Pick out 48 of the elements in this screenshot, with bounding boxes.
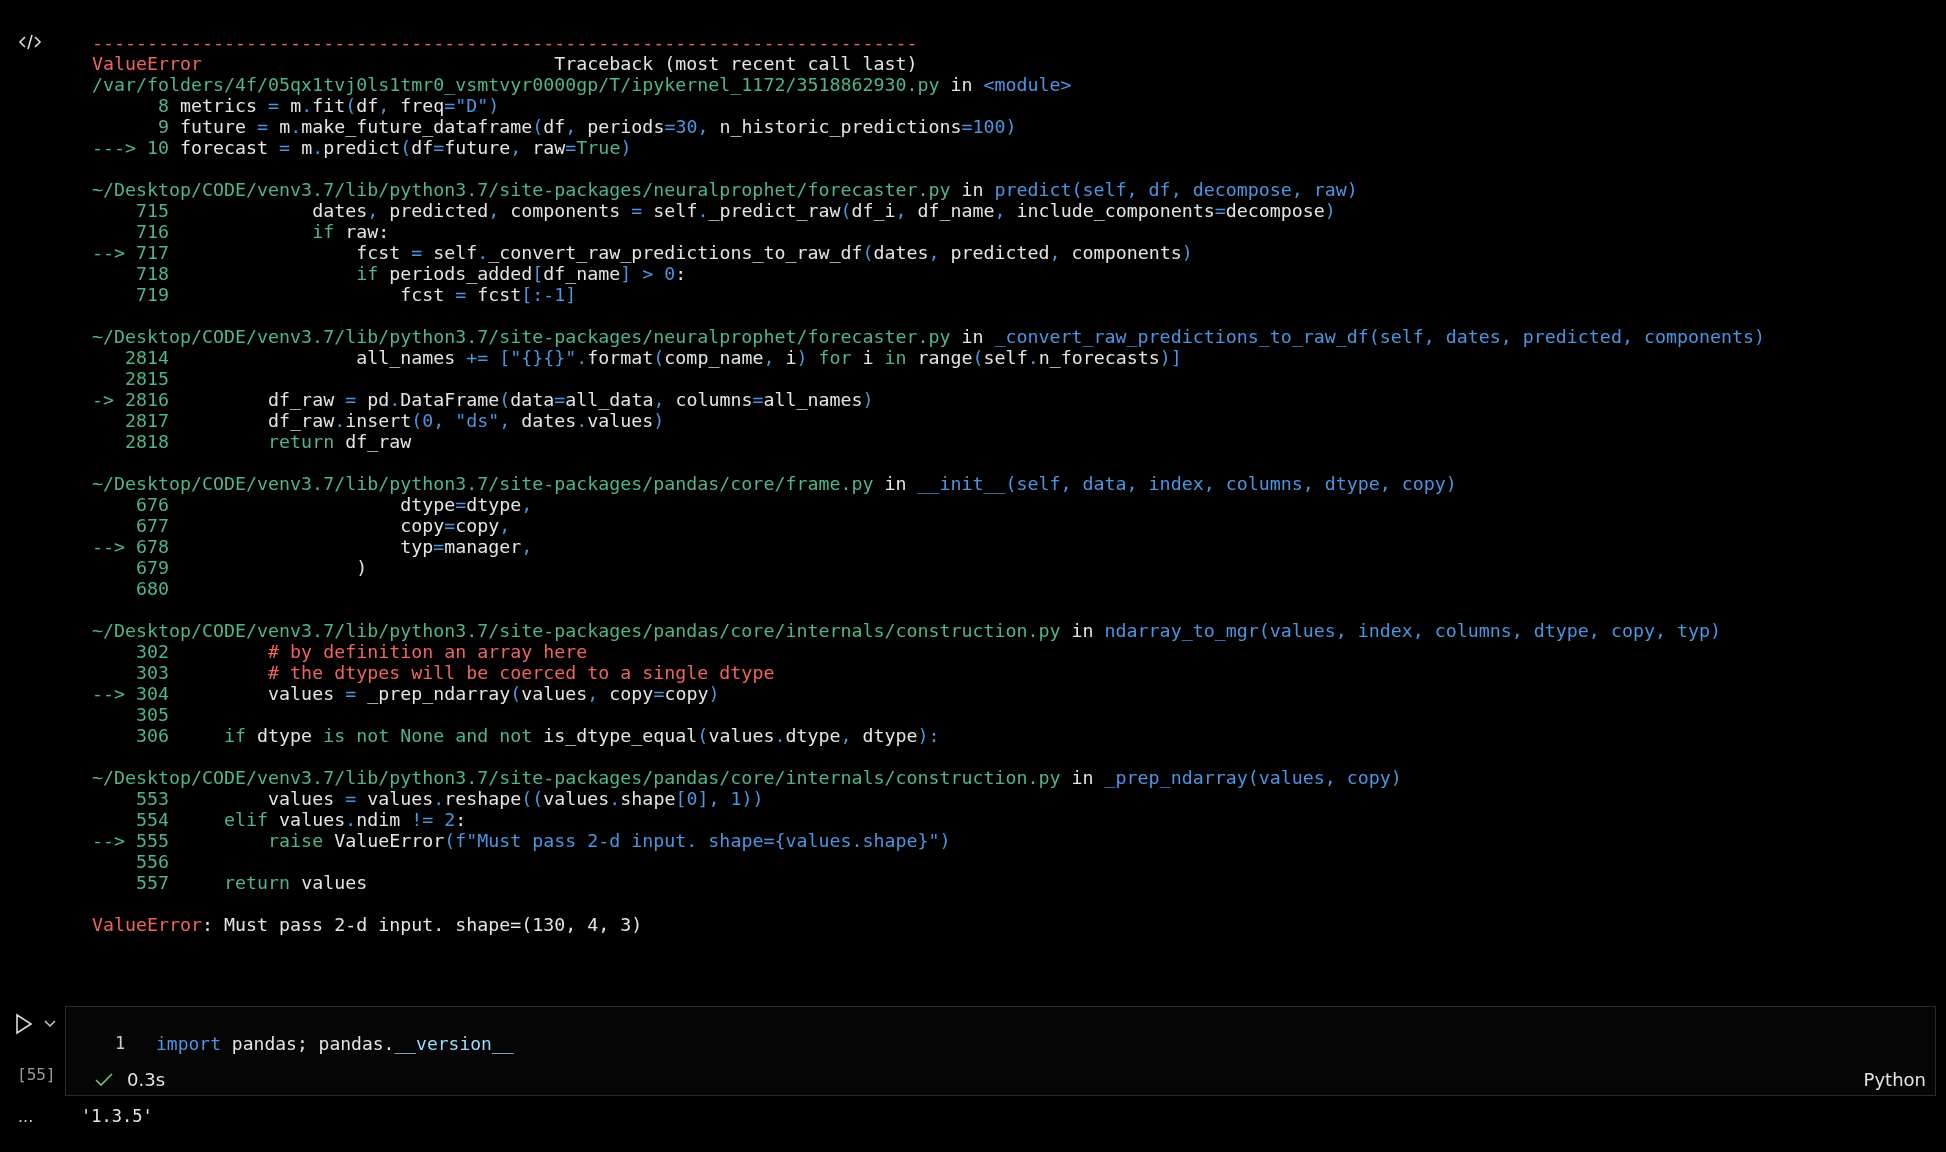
- code-cell[interactable]: 1 import pandas; pandas.__version__ 0.3s Python: [65, 1006, 1936, 1096]
- traceback-line: 2814 all_names += ["{}{}".format(comp_name, i) for i in range(self.n_forecasts)]: [124, 347, 1183, 368]
- traceback-line: -> 2816 df_raw = pd.DataFrame(data=all_data, columns=all_names): [92, 389, 875, 410]
- run-icon[interactable]: [15, 1013, 33, 1035]
- line-number: 1: [115, 1033, 127, 1053]
- traceback-line: 716 if raw:: [135, 221, 391, 242]
- traceback-line: --> 555 raise ValueError(f"Must pass 2-d input. shape={values.shape}"): [92, 830, 952, 851]
- traceback-line: 553 values = values.reshape((values.shape[0], 1)): [135, 788, 765, 809]
- traceback-line: ~/Desktop/CODE/venv3.7/lib/python3.7/site-packages/pandas/core/internals/construction.py in ndarray_to_mgr(values, index, columns, dtype, copy, typ): [92, 620, 1722, 641]
- execution-time: 0.3s: [127, 1069, 165, 1090]
- code-icon[interactable]: [18, 34, 42, 50]
- traceback-line: 677 copy=copy,: [135, 515, 512, 536]
- traceback-line: 305: [135, 704, 171, 725]
- traceback-line: 715 dates, predicted, components = self._predict_raw(df_i, df_name, include_components=decompose): [135, 200, 1337, 221]
- traceback-line: --> 304 values = _prep_ndarray(values, copy=copy): [92, 683, 721, 704]
- traceback-line: 302 # by definition an array here: [135, 641, 589, 662]
- chevron-down-icon[interactable]: [44, 1020, 56, 1028]
- language-label[interactable]: Python: [1863, 1069, 1926, 1090]
- traceback-line: 676 dtype=dtype,: [135, 494, 534, 515]
- traceback-line: ---> 10 forecast = m.predict(df=future, raw=True): [92, 137, 633, 158]
- traceback-line: 718 if periods_added[df_name] > 0:: [135, 263, 688, 284]
- traceback-line: ValueError: Must pass 2-d input. shape=(130, 4, 3): [92, 914, 644, 935]
- traceback-line: ~/Desktop/CODE/venv3.7/lib/python3.7/site-packages/neuralprophet/forecaster.py in predict(self, df, decompose, raw): [92, 179, 1359, 200]
- traceback-line: ~/Desktop/CODE/venv3.7/lib/python3.7/site-packages/pandas/core/internals/construction.py in _prep_ndarray(values, copy): [92, 767, 1403, 788]
- traceback-line: 554 elif values.ndim != 2:: [135, 809, 468, 830]
- traceback-line: 9 future = m.make_future_dataframe(df, periods=30, n_historic_predictions=100): [157, 116, 1018, 137]
- traceback-line: 679 ): [135, 557, 369, 578]
- traceback-line: ValueError Traceback (most recent call last): [92, 53, 919, 74]
- traceback-line: 556: [135, 851, 171, 872]
- traceback-line: 2817 df_raw.insert(0, "ds", dates.values): [124, 410, 666, 431]
- traceback-line: 303 # the dtypes will be coerced to a single dtype: [135, 662, 776, 683]
- traceback-line: 719 fcst = fcst[:-1]: [135, 284, 578, 305]
- output-menu[interactable]: ...: [18, 1106, 81, 1126]
- traceback-line: ~/Desktop/CODE/venv3.7/lib/python3.7/site-packages/pandas/core/frame.py in __init__(self, data, index, columns, dtype, copy): [92, 473, 1458, 494]
- output-text: '1.3.5': [81, 1106, 153, 1126]
- execution-count: [55]: [17, 1065, 56, 1084]
- traceback-line: 2815: [124, 368, 171, 389]
- traceback-line: 8 metrics = m.fit(df, freq="D"): [157, 95, 501, 116]
- traceback-line: ---------------------------------------------------------------------------: [92, 32, 919, 53]
- traceback-line: ~/Desktop/CODE/venv3.7/lib/python3.7/site-packages/neuralprophet/forecaster.py in _convert_raw_predictions_to_raw_df(self, dates, predicted, components): [92, 326, 1765, 347]
- traceback-line: --> 717 fcst = self._convert_raw_predictions_to_raw_df(dates, predicted, components): [92, 242, 1194, 263]
- code-line: import pandas; pandas.__version__: [156, 1032, 514, 1054]
- traceback-line: --> 678 typ=manager,: [92, 536, 534, 557]
- traceback-line: /var/folders/4f/05qx1tvj0ls1tmr0_vsmtvyr0000gp/T/ipykernel_1172/3518862930.py in <module>: [92, 74, 1073, 95]
- traceback-line: 680: [135, 578, 171, 599]
- traceback-line: 2818 return df_raw: [124, 431, 413, 452]
- traceback-line: 557 return values: [135, 872, 369, 893]
- traceback-line: 306 if dtype is not None and not is_dtype_equal(values.dtype, dtype):: [135, 725, 941, 746]
